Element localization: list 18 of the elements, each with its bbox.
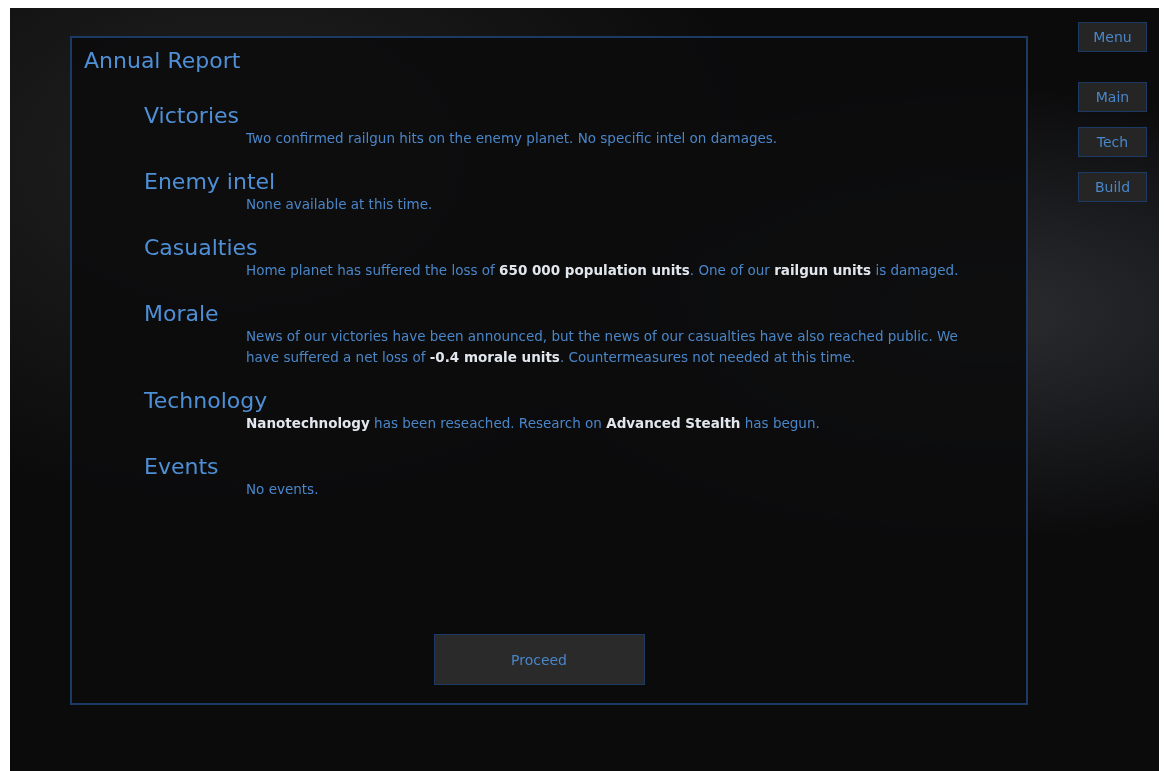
- section-heading: Technology: [144, 388, 269, 413]
- section-text: No events.: [246, 480, 320, 499]
- section-heading: Enemy intel: [144, 169, 277, 194]
- section-heading: Morale: [144, 301, 220, 326]
- section-heading: Casualties: [144, 235, 259, 260]
- section-text: None available at this time.: [246, 195, 434, 214]
- report-title: Annual Report: [84, 48, 242, 73]
- menu-button[interactable]: Tech: [1078, 127, 1147, 157]
- menu-button[interactable]: Build: [1078, 172, 1147, 202]
- menu-button[interactable]: Menu: [1078, 22, 1147, 52]
- section-heading: Events: [144, 454, 220, 479]
- section-heading: Victories: [144, 103, 240, 128]
- section-text: News of our victories have been announced, but the news of our casualties have also reached public. We have suffered a net loss of -0.4 morale units. Countermeasures not needed at this time.: [246, 327, 959, 367]
- section-text: Home planet has suffered the loss of 650 000 population units. One of our railgun units is damaged.: [246, 261, 960, 280]
- section-text: Two confirmed railgun hits on the enemy planet. No specific intel on damages.: [246, 129, 779, 148]
- proceed-button[interactable]: Proceed: [433, 634, 645, 685]
- section-text: Nanotechnology has been reseached. Research on Advanced Stealth has begun.: [246, 414, 821, 433]
- menu-button[interactable]: Main: [1078, 82, 1147, 112]
